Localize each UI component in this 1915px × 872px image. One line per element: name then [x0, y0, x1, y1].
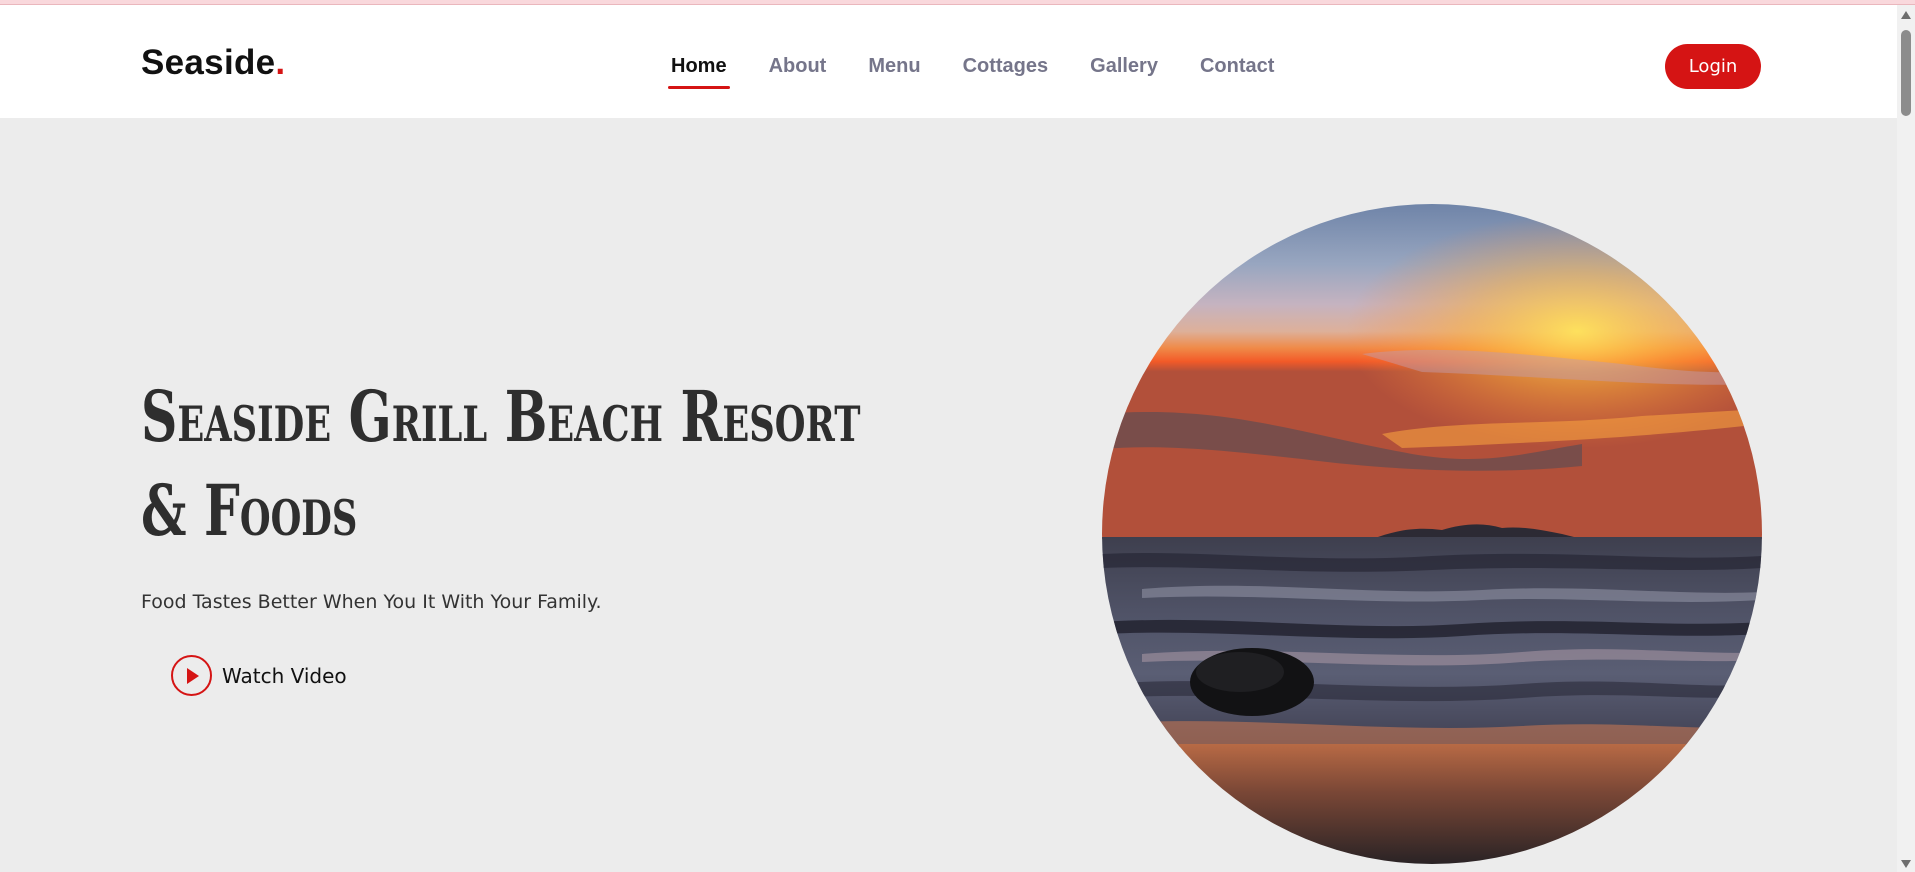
sunset-beach-image: [1102, 204, 1762, 864]
scroll-down-arrow-icon[interactable]: [1901, 860, 1911, 868]
nav-menu[interactable]: Menu: [847, 49, 941, 83]
nav-contact[interactable]: Contact: [1179, 49, 1295, 83]
nav-about[interactable]: About: [748, 49, 848, 83]
watch-video-label[interactable]: Watch Video: [222, 664, 347, 688]
sunset-beach-photo: [1102, 204, 1762, 864]
scroll-up-arrow-icon[interactable]: [1901, 11, 1911, 19]
nav-home[interactable]: Home: [650, 49, 748, 89]
hero-title: Seaside Grill Beach Resort & Foods: [141, 370, 861, 558]
hero-subtitle: Food Tastes Better When You It With Your…: [141, 591, 602, 613]
hero-title-line-1: Seaside Grill Beach Resort: [141, 375, 861, 458]
vertical-scrollbar[interactable]: [1897, 5, 1915, 872]
watch-video-button[interactable]: Watch Video: [171, 655, 347, 696]
site-header: Seaside. Home About Menu Cottages Galler…: [0, 5, 1897, 118]
nav-gallery[interactable]: Gallery: [1069, 49, 1179, 83]
main-nav: Home About Menu Cottages Gallery Contact: [650, 49, 1295, 89]
brand-logo[interactable]: Seaside.: [141, 43, 285, 83]
scroll-thumb[interactable]: [1901, 30, 1911, 116]
brand-name: Seaside: [141, 43, 276, 82]
brand-dot: .: [275, 43, 286, 82]
play-icon[interactable]: [171, 655, 212, 696]
hero-title-line-2: & Foods: [141, 469, 358, 552]
nav-cottages[interactable]: Cottages: [942, 49, 1070, 83]
login-button[interactable]: Login: [1665, 44, 1761, 89]
